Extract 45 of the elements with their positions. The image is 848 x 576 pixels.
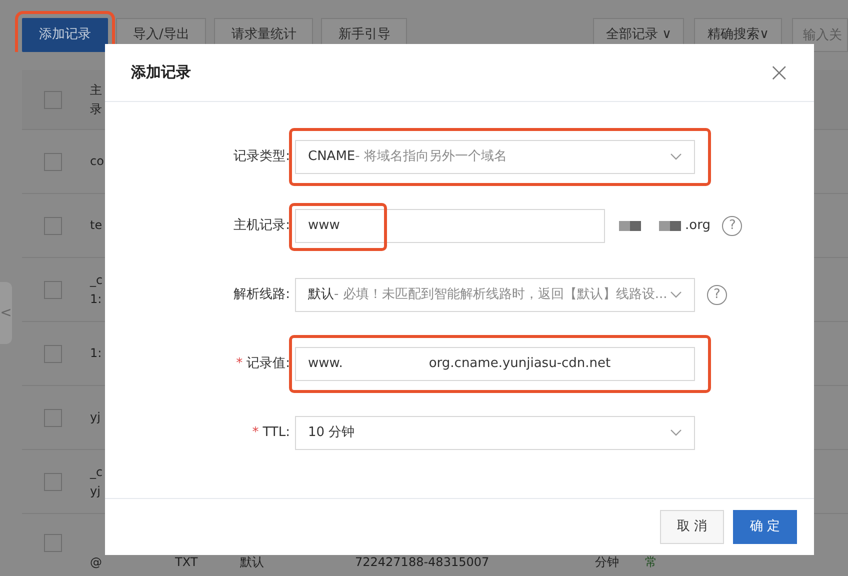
select-field[interactable]: 默认- 必填！未匹配到智能解析线路时，返回【默认】线路设...: [295, 278, 695, 312]
table-cell-text: @: [90, 554, 103, 572]
table-cell-text: 默认: [240, 554, 265, 572]
checkbox[interactable]: [44, 280, 62, 298]
table-cell-text: te: [90, 217, 104, 234]
table-cell-text: _c yj: [90, 464, 104, 500]
help-button[interactable]: ?: [707, 284, 727, 304]
required-mark: *: [236, 356, 243, 371]
table-cell-text: 常: [645, 554, 658, 572]
field-label: * 记录值:: [235, 354, 291, 373]
input-field[interactable]: www. org.cname.yunjiasu-cdn.net: [295, 346, 695, 380]
table-cell-text: co: [90, 153, 105, 170]
checkbox[interactable]: [44, 216, 62, 234]
field-label: * TTL:: [251, 424, 291, 442]
select-field[interactable]: CNAME- 将域名指向另外一个域名: [295, 140, 695, 174]
caret-icon: [670, 428, 682, 436]
checkbox[interactable]: [44, 408, 62, 426]
checkbox[interactable]: [44, 344, 62, 362]
field-label: 记录类型:: [232, 148, 291, 166]
column-header: 主 录: [90, 82, 103, 118]
required-mark: *: [252, 424, 259, 440]
dialog-title: 添加记录: [131, 62, 191, 84]
caret-icon: [670, 290, 682, 298]
cancel-button[interactable]: 取 消: [660, 510, 724, 544]
field-label: 主机记录:: [232, 216, 291, 235]
domain-suffix: .org: [685, 216, 710, 235]
close-button[interactable]: ×: [766, 60, 792, 86]
redaction-mark: [659, 220, 681, 230]
table-cell-text: 722427188-48315007: [355, 554, 490, 572]
table-cell-text: TXT: [175, 554, 199, 572]
checkbox[interactable]: [44, 472, 62, 490]
redaction-mark: [619, 220, 641, 230]
table-cell-text: _c 1:: [90, 272, 104, 308]
select-field[interactable]: 10 分钟: [295, 416, 695, 450]
input-field[interactable]: www: [295, 208, 605, 242]
table-cell-text: 1:: [90, 345, 103, 362]
field-label: 解析线路:: [232, 286, 291, 304]
table-cell-text: yj: [90, 409, 102, 426]
checkbox[interactable]: [44, 152, 62, 170]
confirm-button[interactable]: 确 定: [733, 510, 797, 544]
checkbox[interactable]: [44, 534, 62, 552]
help-button[interactable]: ?: [722, 216, 742, 236]
checkbox[interactable]: [44, 90, 62, 108]
caret-icon: [670, 152, 682, 160]
table-cell-text: 分钟: [595, 554, 620, 572]
